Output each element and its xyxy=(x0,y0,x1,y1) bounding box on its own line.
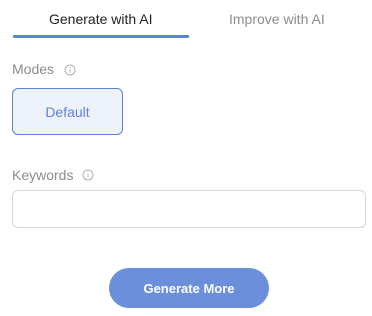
mode-option-default[interactable]: Default xyxy=(12,88,123,135)
keywords-input[interactable] xyxy=(12,190,366,228)
modes-label: Modes xyxy=(12,61,55,77)
generate-more-label: Generate More xyxy=(143,280,235,296)
mode-option-label: Default xyxy=(45,103,90,120)
active-tab-indicator xyxy=(13,35,189,38)
info-icon[interactable] xyxy=(82,169,94,181)
generate-more-button[interactable]: Generate More xyxy=(109,268,269,308)
keywords-label: Keywords xyxy=(12,167,74,183)
info-icon[interactable] xyxy=(64,64,76,76)
tab-generate-with-ai[interactable]: Generate with AI xyxy=(49,10,153,28)
tab-bar: Generate with AI Improve with AI xyxy=(0,0,372,40)
tab-improve-with-ai[interactable]: Improve with AI xyxy=(229,10,325,28)
